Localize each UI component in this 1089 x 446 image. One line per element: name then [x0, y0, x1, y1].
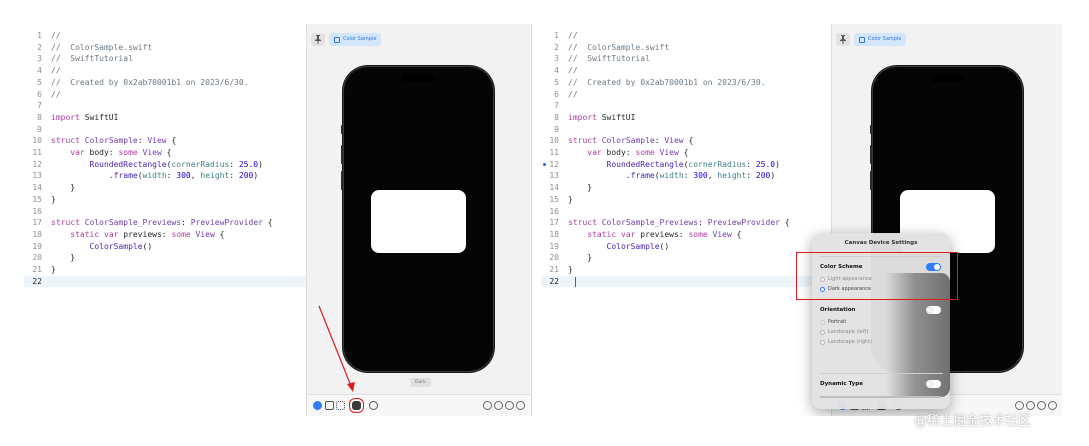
annotation-arrow [318, 305, 355, 392]
watermark: @稀土掘金技术社区 [914, 414, 1032, 429]
